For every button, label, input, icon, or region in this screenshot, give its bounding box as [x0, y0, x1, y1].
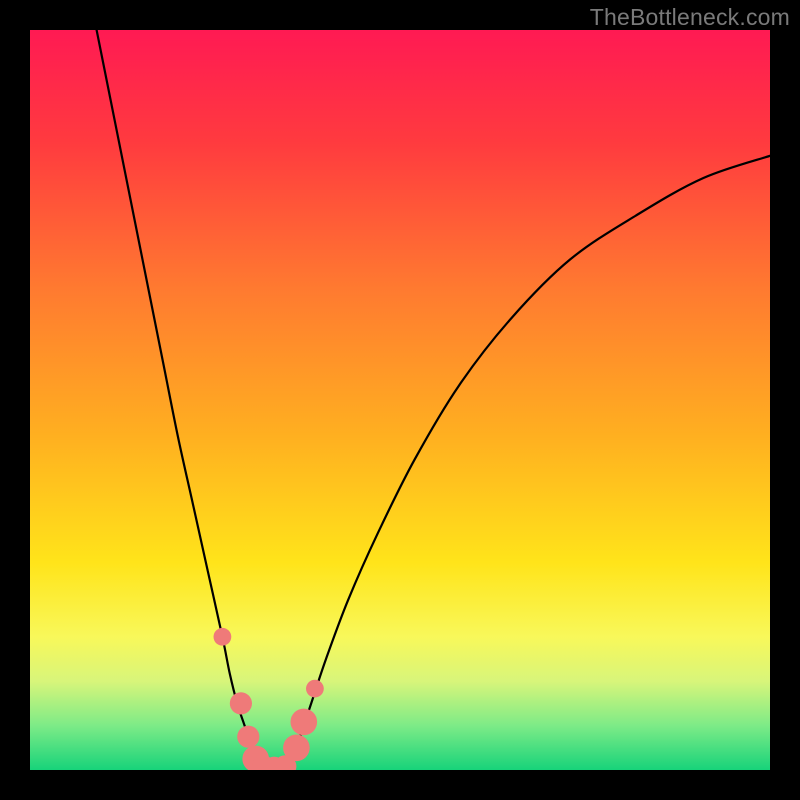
curve-right-branch [289, 156, 770, 770]
marker-dot [283, 734, 310, 761]
curve-left-branch [97, 30, 260, 770]
marker-dot [237, 726, 259, 748]
marker-dot [214, 628, 232, 646]
marker-dot [290, 709, 317, 736]
marker-dot [306, 680, 324, 698]
chart-curves [30, 30, 770, 770]
data-markers [214, 628, 324, 770]
plot-area [30, 30, 770, 770]
watermark-text: TheBottleneck.com [590, 4, 790, 31]
marker-dot [230, 692, 252, 714]
chart-frame: TheBottleneck.com [0, 0, 800, 800]
